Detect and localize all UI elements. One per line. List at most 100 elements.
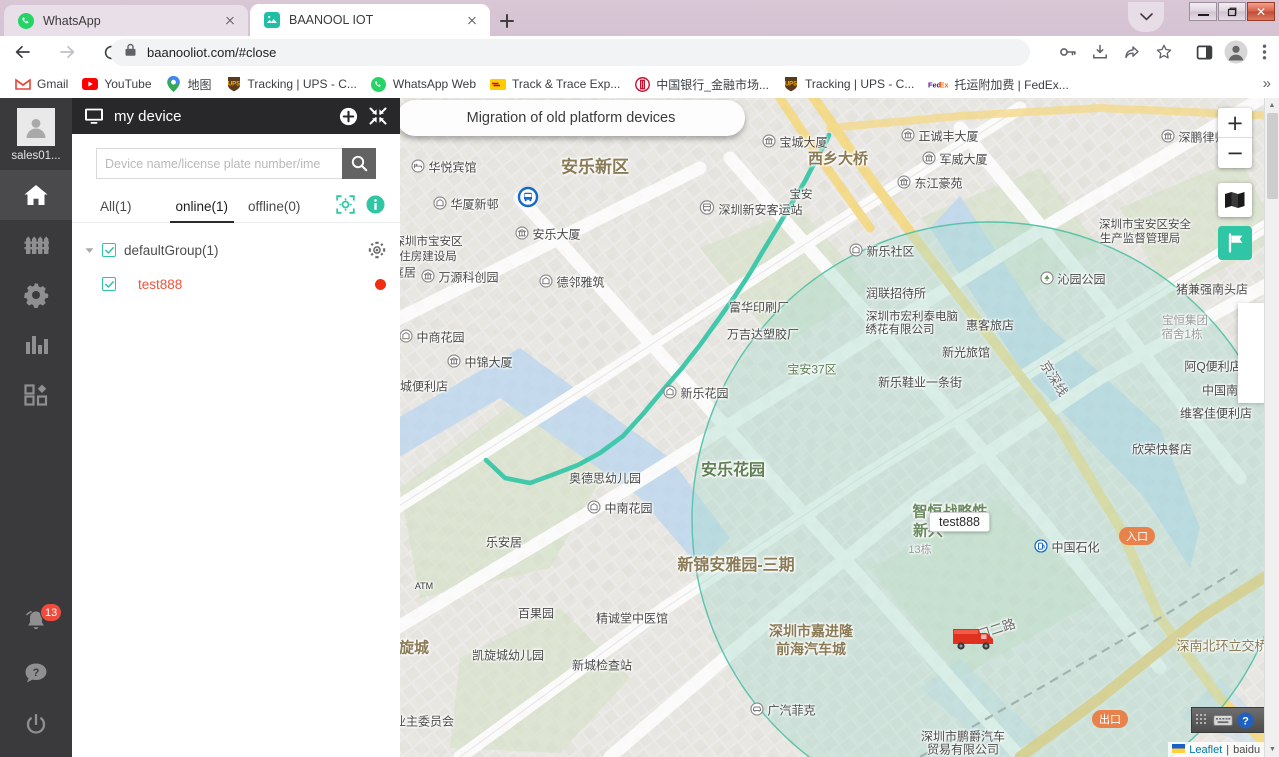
key-icon[interactable] <box>1055 39 1081 65</box>
close-window-button[interactable]: ✕ <box>1247 2 1275 21</box>
bookmark-label: Track & Trace Exp... <box>512 77 621 91</box>
device-group-row[interactable]: defaultGroup(1) <box>72 233 400 267</box>
tab-offline[interactable]: offline(0) <box>242 199 306 222</box>
map-view[interactable]: P P P P P P <box>400 98 1279 757</box>
ime-help-icon[interactable]: ? <box>1237 712 1254 729</box>
bookmark-track-trace[interactable]: Track & Trace Exp... <box>483 73 627 95</box>
sidebar-item-help[interactable]: ? <box>0 647 72 699</box>
layers-button[interactable] <box>1218 183 1252 217</box>
star-icon[interactable] <box>1151 39 1177 65</box>
search-input[interactable] <box>96 148 342 179</box>
bookmark-gmail[interactable]: Gmail <box>8 73 75 95</box>
search-button[interactable] <box>342 148 376 179</box>
zoom-out-button[interactable]: − <box>1218 138 1252 168</box>
user-profile[interactable]: sales01... <box>0 98 72 162</box>
application-area: sales01... 13 ? my device Device name/li… <box>0 98 1279 757</box>
address-bar[interactable]: baanooliot.com/#close <box>110 39 1030 66</box>
bookmark-fedex[interactable]: Fed Ex 托运附加费 | FedEx... <box>921 73 1075 96</box>
bookmark-label: Tracking | UPS - C... <box>804 77 915 91</box>
device-filter-tabs: All(1) online(1) offline(0) <box>72 179 400 223</box>
bookmarks-bar: Gmail YouTube 地图 UPS Tracking | UPS - C.… <box>0 70 1279 98</box>
boc-icon <box>634 76 650 92</box>
bookmark-label: WhatsApp Web <box>392 77 477 91</box>
collapse-icon[interactable] <box>368 106 388 126</box>
leaflet-link[interactable]: Leaflet <box>1189 744 1222 756</box>
tab-search-chevron-icon[interactable] <box>1128 2 1164 32</box>
track-icon[interactable] <box>368 241 386 259</box>
svg-text:?: ? <box>1242 715 1249 727</box>
bookmarks-overflow-icon[interactable]: » <box>1263 75 1271 92</box>
forward-icon[interactable] <box>52 37 82 67</box>
bookmark-label: 托运附加费 | FedEx... <box>954 77 1069 92</box>
new-tab-button[interactable] <box>493 7 521 35</box>
locate-icon[interactable] <box>334 193 356 215</box>
navigation-buttons <box>8 36 126 68</box>
power-icon <box>26 713 46 734</box>
device-panel: my device All(1) online(1) offline(0) <box>72 98 400 757</box>
tab-all[interactable]: All(1) <box>94 199 138 222</box>
svg-text:UPS: UPS <box>227 82 239 88</box>
bookmark-ups-1[interactable]: UPS Tracking | UPS - C... <box>219 73 364 95</box>
device-checkbox[interactable] <box>102 277 116 291</box>
sidebar-item-reports[interactable] <box>0 320 72 370</box>
map-canvas[interactable] <box>400 98 1279 757</box>
keyboard-icon[interactable] <box>1213 714 1233 727</box>
maximize-button[interactable] <box>1218 2 1246 21</box>
sidebar-item-apps[interactable] <box>0 370 72 420</box>
device-row-test888[interactable]: test888 <box>72 267 400 301</box>
geofence-flag-button[interactable] <box>1218 226 1252 260</box>
bookmark-whatsapp-web[interactable]: WhatsApp Web <box>364 73 483 95</box>
device-search-row <box>72 134 400 179</box>
sidebar-item-power[interactable] <box>0 699 72 751</box>
back-icon[interactable] <box>8 37 38 67</box>
zoom-controls: + − <box>1218 108 1252 168</box>
minimize-button[interactable] <box>1189 2 1217 21</box>
home-icon <box>24 185 48 205</box>
lock-icon <box>124 43 137 62</box>
close-icon[interactable] <box>222 13 238 29</box>
plus-circle-icon[interactable] <box>338 106 358 126</box>
browser-tab-whatsapp[interactable]: WhatsApp <box>4 5 248 36</box>
scroll-down-arrow-icon[interactable]: ▼ <box>1265 742 1279 757</box>
svg-text:?: ? <box>33 667 40 679</box>
sidebar-item-fence[interactable] <box>0 220 72 270</box>
layers-icon <box>1225 192 1245 208</box>
tab-title: WhatsApp <box>43 13 101 28</box>
profile-icon[interactable] <box>1223 39 1249 65</box>
zoom-in-button[interactable]: + <box>1218 108 1252 138</box>
tab-online[interactable]: online(1) <box>169 199 235 223</box>
menu-icon[interactable] <box>1255 39 1273 65</box>
bookmark-label: Tracking | UPS - C... <box>247 77 357 91</box>
dhl-icon <box>490 76 507 92</box>
device-name[interactable]: test888 <box>138 277 182 292</box>
chevron-down-icon[interactable] <box>84 245 94 255</box>
bookmark-boc[interactable]: 中国银行_金融市场... <box>627 73 776 96</box>
group-checkbox[interactable] <box>102 243 116 257</box>
download-icon[interactable] <box>1087 39 1113 65</box>
migration-popup[interactable]: Migration of old platform devices <box>400 100 745 136</box>
sidebar-item-home[interactable] <box>0 170 72 220</box>
sidebar-item-settings[interactable] <box>0 270 72 320</box>
sidepanel-icon[interactable] <box>1191 39 1217 65</box>
bookmark-maps[interactable]: 地图 <box>159 73 219 96</box>
vehicle-tooltip: test888 <box>929 512 991 532</box>
map-side-card <box>1238 303 1264 403</box>
bookmark-youtube[interactable]: YouTube <box>75 73 158 95</box>
device-status-dot <box>375 278 386 290</box>
scrollbar-thumb[interactable] <box>1267 113 1278 199</box>
vehicle-marker[interactable] <box>951 623 999 653</box>
leaflet-flag-icon <box>1172 743 1186 756</box>
tab-title: BAANOOL IOT <box>289 13 374 27</box>
question-icon: ? <box>25 663 47 683</box>
close-icon[interactable] <box>464 12 480 28</box>
browser-tab-baanool[interactable]: BAANOOL IOT <box>250 4 490 36</box>
info-icon[interactable] <box>364 193 386 215</box>
address-bar-url: baanooliot.com/#close <box>147 45 277 60</box>
sidebar-item-notifications[interactable]: 13 <box>0 595 72 647</box>
share-icon[interactable] <box>1119 39 1145 65</box>
bookmark-ups-2[interactable]: UPS Tracking | UPS - C... <box>776 73 921 95</box>
map-attribution: Leaflet | baidu ▼ <box>1168 742 1277 757</box>
scroll-up-arrow-icon[interactable]: ▲ <box>1265 98 1279 113</box>
map-scrollbar[interactable]: ▲ ▼ <box>1264 98 1279 757</box>
flag-icon <box>1228 233 1243 253</box>
